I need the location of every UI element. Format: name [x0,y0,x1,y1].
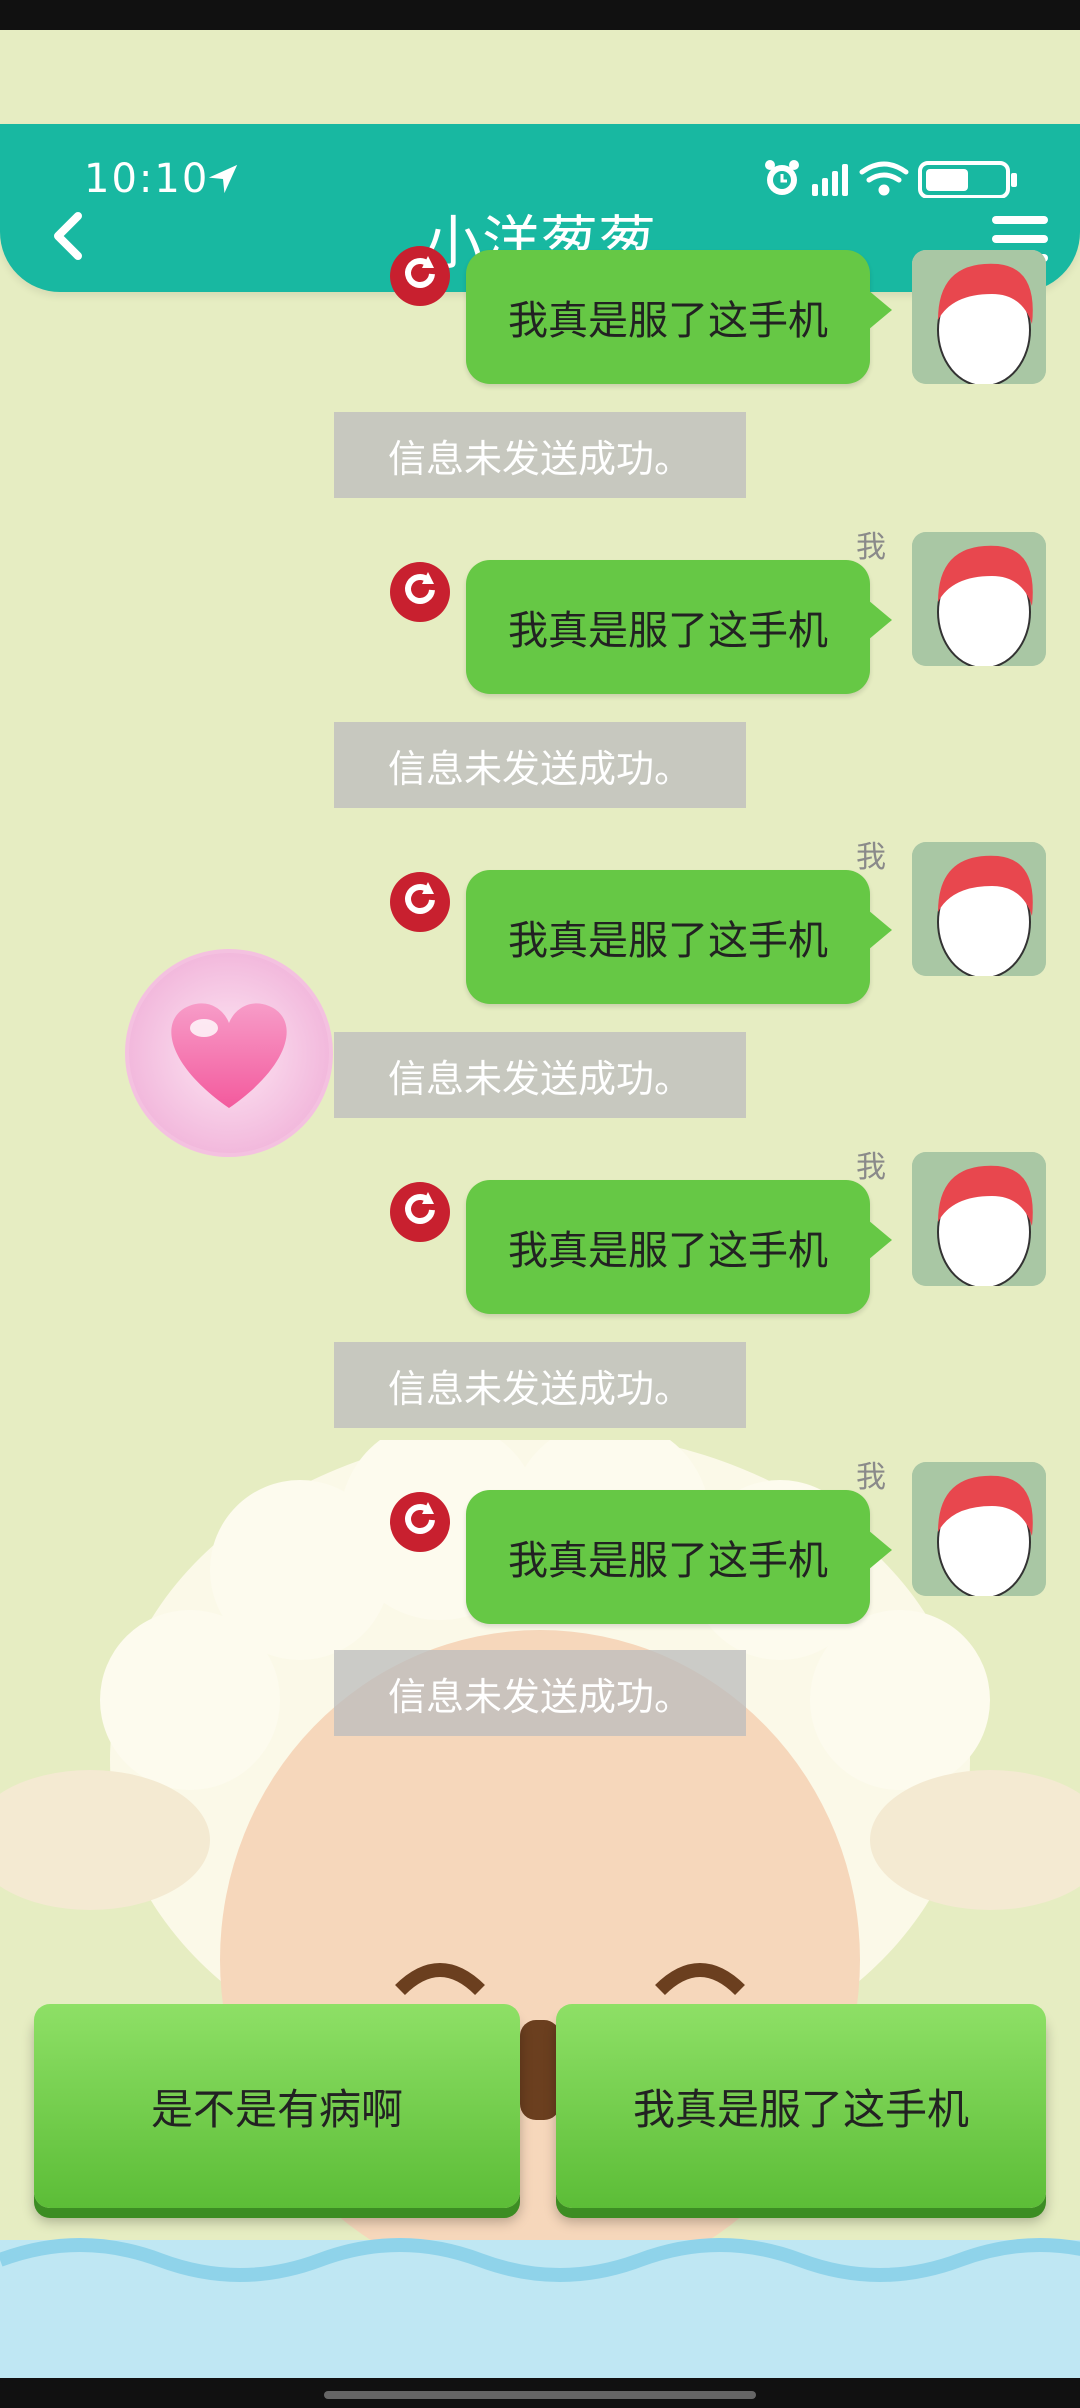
message-bubble[interactable]: 我真是服了这手机 [466,1490,892,1624]
avatar[interactable] [912,250,1046,384]
battery-icon [918,161,1017,198]
message-row: 我 我真是服了这手机 [0,1460,1080,1624]
reply-button-2[interactable]: 我真是服了这手机 [556,2004,1046,2208]
location-arrow-icon [208,164,238,194]
send-failed-notice: 信息未发送成功。 [334,722,746,808]
send-failed-notice: 信息未发送成功。 [334,1342,746,1428]
avatar[interactable] [912,1462,1046,1596]
message-bubble[interactable]: 我真是服了这手机 [466,250,892,384]
message-bubble[interactable]: 我真是服了这手机 [466,870,892,1004]
message-bubble[interactable]: 我真是服了这手机 [466,1180,892,1314]
sender-label: 我 [856,530,886,565]
resend-icon[interactable] [388,1490,452,1554]
status-icons [765,160,1017,198]
send-failed-notice: 信息未发送成功。 [334,1650,746,1736]
system-top-bar [0,0,1080,30]
resend-icon[interactable] [388,1180,452,1244]
chat-area[interactable]: 我真是服了这手机 信息未发送成功。 我 我真是服了这手机 信息未发送成功。 我 … [0,246,1080,1736]
resend-icon[interactable] [388,244,452,308]
message-row: 我 我真是服了这手机 [0,1150,1080,1314]
avatar[interactable] [912,532,1046,666]
sender-label: 我 [856,1460,886,1495]
reply-button-1[interactable]: 是不是有病啊 [34,2004,520,2208]
avatar[interactable] [912,842,1046,976]
resend-icon[interactable] [388,560,452,624]
home-indicator[interactable] [324,2391,756,2399]
alarm-icon [765,160,799,195]
heart-icon[interactable] [124,948,334,1158]
sender-label: 我 [856,1150,886,1185]
system-bottom-bar [0,2378,1080,2408]
resend-icon[interactable] [388,870,452,934]
avatar[interactable] [912,1152,1046,1286]
message-bubble[interactable]: 我真是服了这手机 [466,560,892,694]
sender-label: 我 [856,840,886,875]
send-failed-notice: 信息未发送成功。 [334,1032,746,1118]
message-row: 我 我真是服了这手机 [0,530,1080,694]
send-failed-notice: 信息未发送成功。 [334,412,746,498]
wifi-icon [859,161,909,196]
message-row: 我真是服了这手机 [0,246,1080,390]
signal-icon [812,164,848,196]
